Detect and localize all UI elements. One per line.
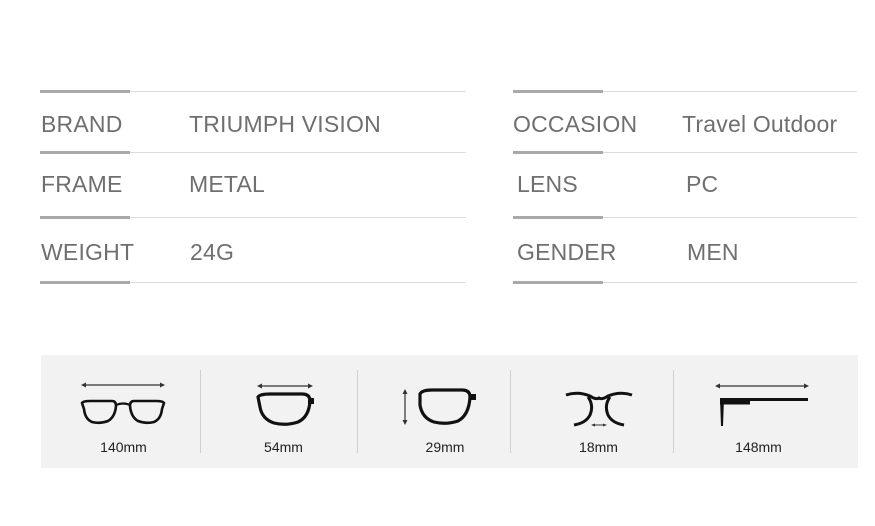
- bridge-width-icon: [565, 391, 633, 427]
- measurement-value: 54mm: [264, 439, 303, 455]
- measurement-value: 140mm: [100, 439, 147, 455]
- measurement-lens-height: 29mm: [361, 355, 529, 468]
- spec-value-gender: MEN: [687, 239, 739, 265]
- accent-line: [40, 90, 130, 93]
- measurement-value: 18mm: [579, 439, 618, 455]
- measurement-lens-width: 54mm: [206, 355, 361, 468]
- spec-value-frame: METAL: [189, 171, 265, 197]
- spec-label-gender: GENDER: [517, 239, 617, 265]
- accent-line: [513, 151, 603, 154]
- lens-height-icon: [402, 388, 476, 425]
- frame-width-icon: [80, 382, 166, 425]
- accent-line: [513, 216, 603, 219]
- accent-line: [40, 281, 130, 284]
- spec-value-weight: 24G: [190, 239, 235, 265]
- spec-label-occasion: OCCASION: [513, 111, 638, 137]
- spec-value-lens: PC: [686, 171, 719, 197]
- spec-label-frame: FRAME: [41, 171, 123, 197]
- accent-line: [513, 90, 603, 93]
- spec-label-brand: BRAND: [41, 111, 123, 137]
- spec-value-occasion: Travel Outdoor: [682, 111, 838, 137]
- spec-value-brand: TRIUMPH VISION: [189, 111, 381, 137]
- spec-table: BRAND TRIUMPH VISION FRAME METAL WEIGHT …: [0, 0, 875, 300]
- measurement-frame-width: 140mm: [41, 355, 206, 468]
- measurements-panel: 140mm 54mm 29mm 18mm 148mm: [41, 355, 858, 468]
- spec-label-lens: LENS: [517, 171, 578, 197]
- measurement-temple-length: 148mm: [676, 355, 841, 468]
- lens-width-icon: [256, 383, 314, 426]
- accent-line: [40, 216, 130, 219]
- temple-length-icon: [715, 383, 809, 426]
- measurement-value: 148mm: [735, 439, 782, 455]
- accent-line: [513, 281, 603, 284]
- measurement-bridge-width: 18mm: [521, 355, 676, 468]
- accent-line: [40, 151, 130, 154]
- spec-label-weight: WEIGHT: [41, 239, 135, 265]
- measurement-value: 29mm: [425, 439, 465, 455]
